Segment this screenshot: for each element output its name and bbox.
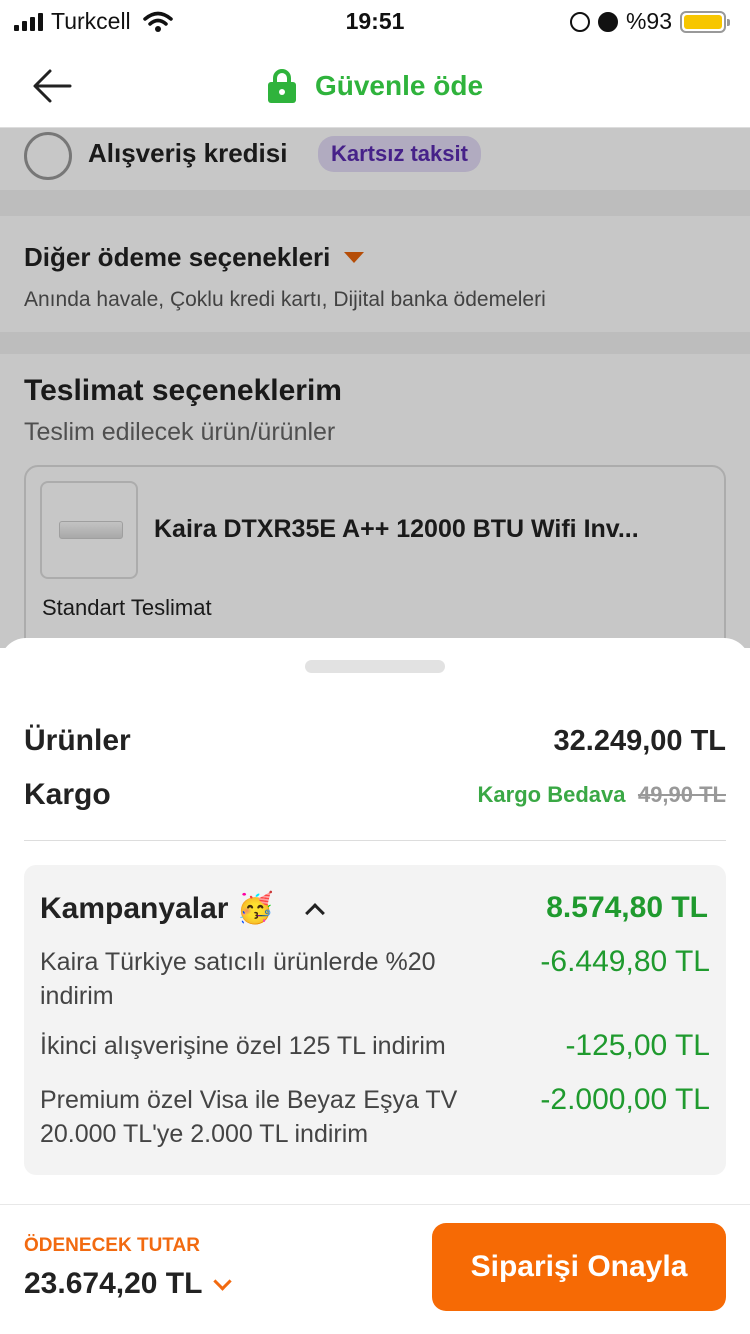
products-row: Ürünler 32.249,00 TL — [24, 724, 726, 758]
campaign-value: -125,00 TL — [565, 1029, 710, 1062]
campaign-value: -6.449,80 TL — [540, 945, 710, 978]
confirm-order-button[interactable]: Siparişi Onayla — [432, 1223, 726, 1311]
lock-icon — [267, 69, 296, 103]
campaigns-header[interactable]: Kampanyalar 🥳 — [40, 891, 325, 926]
campaign-item: İkinci alışverişine özel 125 TL indirim … — [40, 1029, 710, 1063]
products-value: 32.249,00 TL — [553, 724, 727, 757]
party-emoji-icon: 🥳 — [236, 892, 274, 925]
divider — [24, 840, 726, 841]
cargo-value: Kargo Bedava 49,90 TL — [478, 782, 726, 808]
alarm-icon — [597, 11, 618, 32]
title-text: Güvenle öde — [314, 70, 484, 101]
chevron-up-icon[interactable] — [304, 902, 325, 923]
pay-amount: 23.674,20 TL — [24, 1267, 203, 1300]
top-nav: Güvenle öde — [0, 44, 750, 128]
checkout-footer: ÖDENECEK TUTAR 23.674,20 TL Siparişi Ona… — [0, 1204, 750, 1334]
overlay-dim[interactable] — [0, 128, 750, 648]
orientation-lock-icon — [569, 11, 590, 32]
cargo-free-text: Kargo Bedava — [477, 782, 626, 807]
cargo-row: Kargo Kargo Bedava 49,90 TL — [24, 778, 726, 812]
page-title: Güvenle öde — [0, 68, 750, 104]
campaign-item: Kaira Türkiye satıcılı ürünlerde %20 ind… — [40, 945, 710, 1013]
campaigns-title: Kampanyalar — [40, 891, 229, 925]
order-summary-sheet: Ürünler 32.249,00 TL Kargo Kargo Bedava … — [0, 638, 750, 1204]
cargo-label: Kargo — [24, 778, 111, 811]
campaign-value: -2.000,00 TL — [540, 1083, 710, 1116]
campaigns-box: Kampanyalar 🥳 8.574,80 TL Kaira Türkiye … — [24, 865, 726, 1175]
status-right: %93 — [569, 8, 730, 35]
campaigns-total: 8.574,80 TL — [546, 891, 708, 924]
campaign-desc: İkinci alışverişine özel 125 TL indirim — [40, 1032, 446, 1060]
campaign-item: Premium özel Visa ile Beyaz Eşya TV 20.0… — [40, 1083, 710, 1151]
pay-label: ÖDENECEK TUTAR — [24, 1235, 200, 1256]
chevron-down-icon[interactable] — [213, 1271, 233, 1291]
campaign-desc: Kaira Türkiye satıcılı ürünlerde %20 ind… — [40, 948, 436, 1010]
products-label: Ürünler — [24, 724, 131, 757]
battery-icon — [680, 10, 730, 33]
status-bar: Turkcell 19:51 %93 — [0, 0, 750, 44]
battery-percent: %93 — [625, 8, 672, 34]
sheet-handle[interactable] — [305, 660, 445, 673]
pay-amount-toggle[interactable]: 23.674,20 TL — [24, 1267, 233, 1301]
campaign-desc: Premium özel Visa ile Beyaz Eşya TV 20.0… — [40, 1086, 458, 1148]
cargo-old-price: 49,90 TL — [637, 782, 726, 807]
